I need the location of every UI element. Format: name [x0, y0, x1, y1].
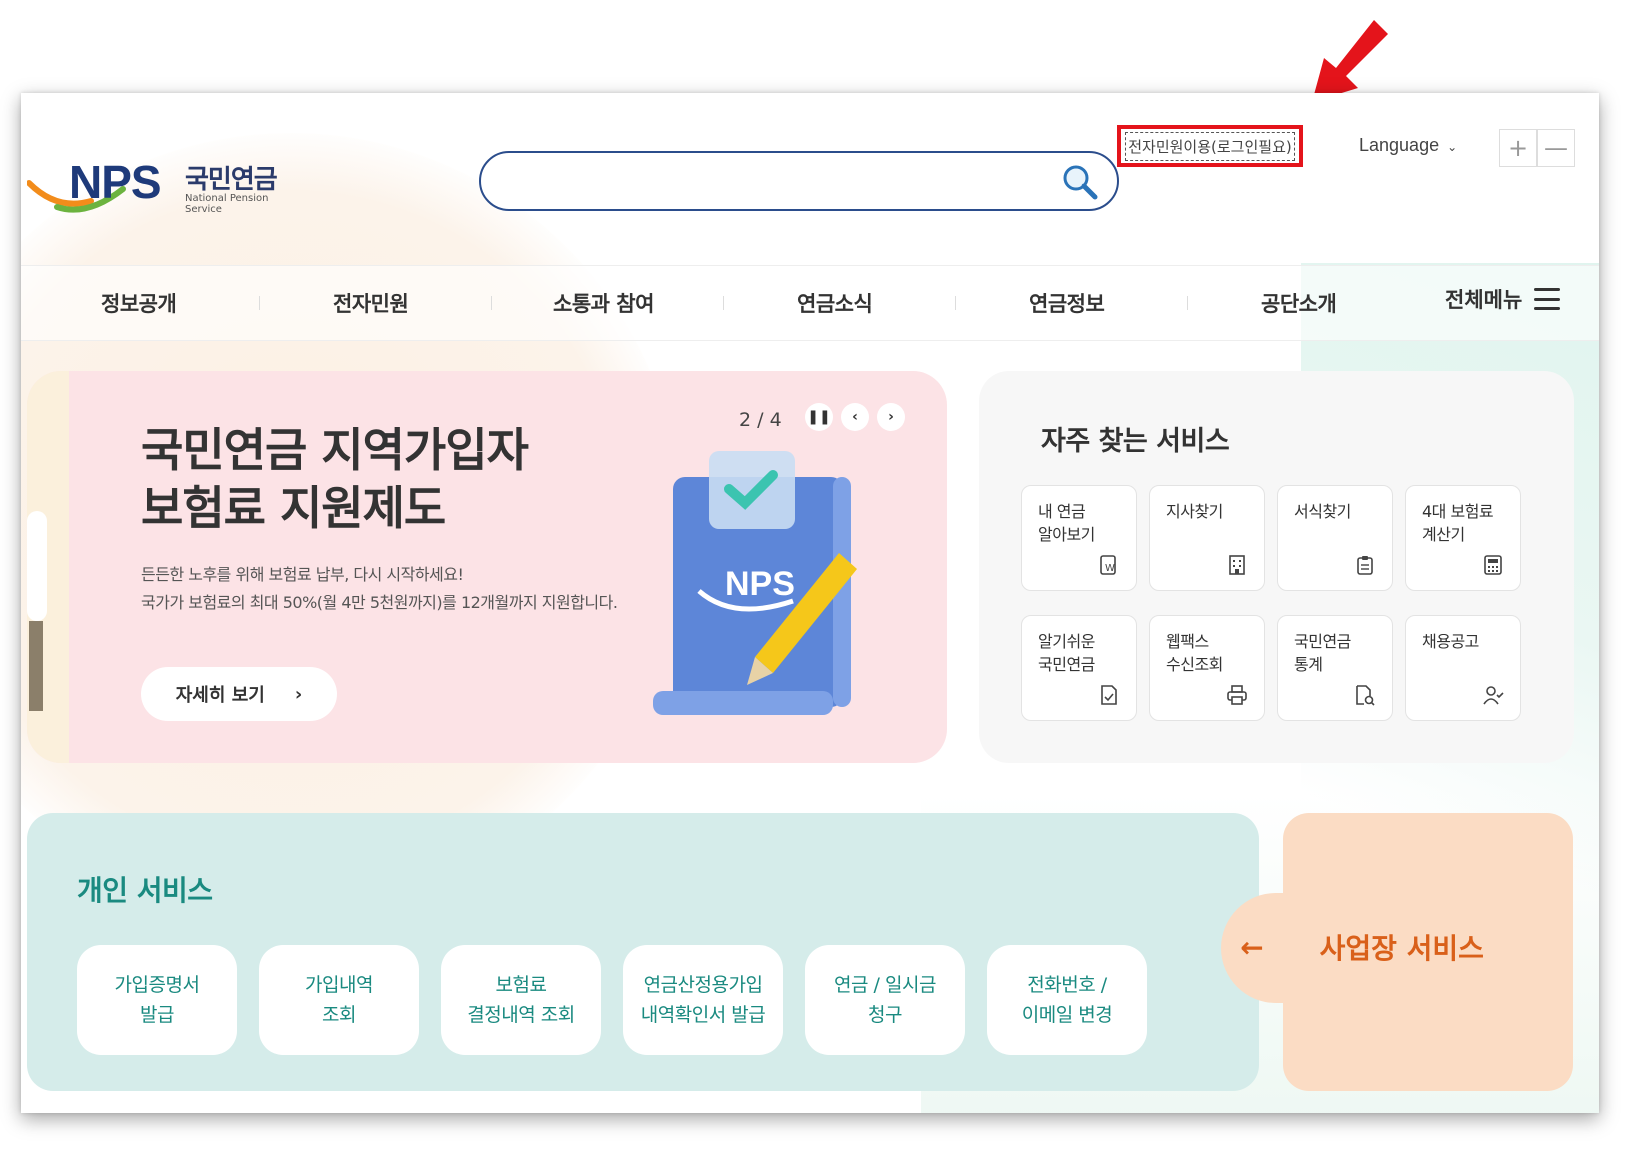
login-link-label: 전자민원이용(로그인필요)	[1125, 131, 1295, 161]
personal-services-title: 개인 서비스	[77, 874, 213, 907]
language-label: Language	[1359, 135, 1440, 155]
service-card-pension-stats[interactable]: 국민연금 통계	[1277, 615, 1393, 721]
personal-service-pension-claim[interactable]: 연금 / 일시금 청구	[805, 945, 965, 1055]
printer-icon	[1227, 685, 1247, 705]
zoom-in-button[interactable]: +	[1499, 129, 1537, 167]
hamburger-icon	[1534, 288, 1561, 310]
nav-item-pension-info[interactable]: 연금정보	[1029, 288, 1105, 318]
zoom-out-button[interactable]: —	[1537, 129, 1575, 167]
search-box	[479, 151, 1119, 211]
arrow-left-icon: ←	[1240, 930, 1264, 964]
search-document-icon	[1356, 685, 1375, 706]
service-card-form-finder[interactable]: 서식찾기	[1277, 485, 1393, 591]
nav-divider	[491, 296, 492, 310]
service-card-recruitment[interactable]: 채용공고	[1405, 615, 1521, 721]
personal-service-enrollment-history[interactable]: 가입내역 조회	[259, 945, 419, 1055]
nav-divider	[259, 296, 260, 310]
nav-item-eservice[interactable]: 전자민원	[333, 288, 409, 318]
building-icon	[1229, 555, 1245, 575]
logo-korean: 국민연금	[185, 165, 278, 195]
nav-item-info[interactable]: 정보공개	[101, 288, 177, 318]
logo-english: National Pension Service	[185, 193, 269, 215]
person-illustration-icon	[27, 511, 47, 711]
nav-divider	[955, 296, 956, 310]
chevron-down-icon: ⌄	[1447, 140, 1458, 154]
language-select[interactable]: Language ⌄	[1359, 135, 1457, 156]
nav-divider	[723, 296, 724, 310]
promo-banner: 국민연금 지역가입자 보험료 지원제도 든든한 노후를 위해 보험료 납부, 다…	[27, 371, 947, 763]
calculator-icon	[1484, 555, 1502, 575]
browser-frame: NPS 국민연금 National Pension Service 전자민원이용…	[21, 93, 1599, 1113]
banner-title: 국민연금 지역가입자 보험료 지원제도	[141, 423, 529, 535]
personal-services-panel: 개인 서비스 가입증명서 발급 가입내역 조회 보험료 결정내역 조회 연금산정…	[27, 813, 1259, 1091]
personal-service-certificate[interactable]: 가입증명서 발급	[77, 945, 237, 1055]
pause-icon[interactable]: ❚❚	[805, 403, 833, 431]
all-menu-label: 전체메뉴	[1445, 288, 1523, 312]
business-services-label-row: ← 사업장 서비스	[1240, 927, 1573, 967]
business-services-label: 사업장 서비스	[1319, 932, 1484, 965]
view-details-label: 자세히 보기	[175, 685, 265, 706]
frequent-services-panel: 자주 찾는 서비스 내 연금 알아보기 W 지사찾기 서식찾기 4대 보험료 계…	[979, 371, 1574, 763]
nav-divider	[1187, 296, 1188, 310]
service-card-webfax[interactable]: 웹팩스 수신조회	[1149, 615, 1265, 721]
clipboard-icon	[1357, 556, 1373, 575]
all-menu-button[interactable]: 전체메뉴	[1445, 284, 1561, 314]
search-icon[interactable]	[1061, 163, 1099, 201]
service-card-my-pension[interactable]: 내 연금 알아보기 W	[1021, 485, 1137, 591]
personal-service-enrollment-confirmation[interactable]: 연금산정용가입 내역확인서 발급	[623, 945, 783, 1055]
logo-text: NPS	[69, 156, 162, 208]
document-pencil-illustration-icon: NPS	[653, 451, 857, 715]
frequent-services-title: 자주 찾는 서비스	[1041, 426, 1230, 457]
won-document-icon: W	[1100, 555, 1116, 575]
nps-logo[interactable]: NPS 국민연금 National Pension Service	[27, 155, 287, 227]
view-details-button[interactable]: 자세히 보기 ›	[141, 667, 337, 721]
person-check-icon	[1483, 686, 1504, 705]
nav-item-about[interactable]: 공단소개	[1261, 288, 1337, 318]
chevron-right-icon: ›	[294, 683, 303, 705]
main-nav: 정보공개 전자민원 소통과 참여 연금소식 연금정보 공단소개 전체메뉴	[21, 265, 1599, 341]
slide-counter: 2 / 4	[739, 409, 782, 431]
service-card-insurance-calculator[interactable]: 4대 보험료 계산기	[1405, 485, 1521, 591]
business-services-panel[interactable]: ← 사업장 서비스	[1221, 813, 1573, 1091]
personal-service-premium-history[interactable]: 보험료 결정내역 조회	[441, 945, 601, 1055]
search-input[interactable]	[505, 165, 1029, 199]
svg-text:NPS: NPS	[725, 565, 795, 603]
next-slide-icon[interactable]: ›	[877, 403, 905, 431]
site-header: NPS 국민연금 National Pension Service 전자민원이용…	[21, 93, 1599, 265]
nav-item-community[interactable]: 소통과 참여	[553, 288, 654, 318]
login-required-link[interactable]: 전자민원이용(로그인필요)	[1117, 125, 1303, 167]
personal-service-contact-change[interactable]: 전화번호 / 이메일 변경	[987, 945, 1147, 1055]
check-document-icon	[1101, 685, 1117, 705]
service-card-branch-finder[interactable]: 지사찾기	[1149, 485, 1265, 591]
nav-item-news[interactable]: 연금소식	[797, 288, 873, 318]
svg-text:W: W	[1105, 563, 1115, 574]
prev-slide-icon[interactable]: ‹	[841, 403, 869, 431]
banner-description: 든든한 노후를 위해 보험료 납부, 다시 시작하세요! 국가가 보험료의 최대…	[141, 565, 618, 612]
service-card-easy-pension[interactable]: 알기쉬운 국민연금	[1021, 615, 1137, 721]
